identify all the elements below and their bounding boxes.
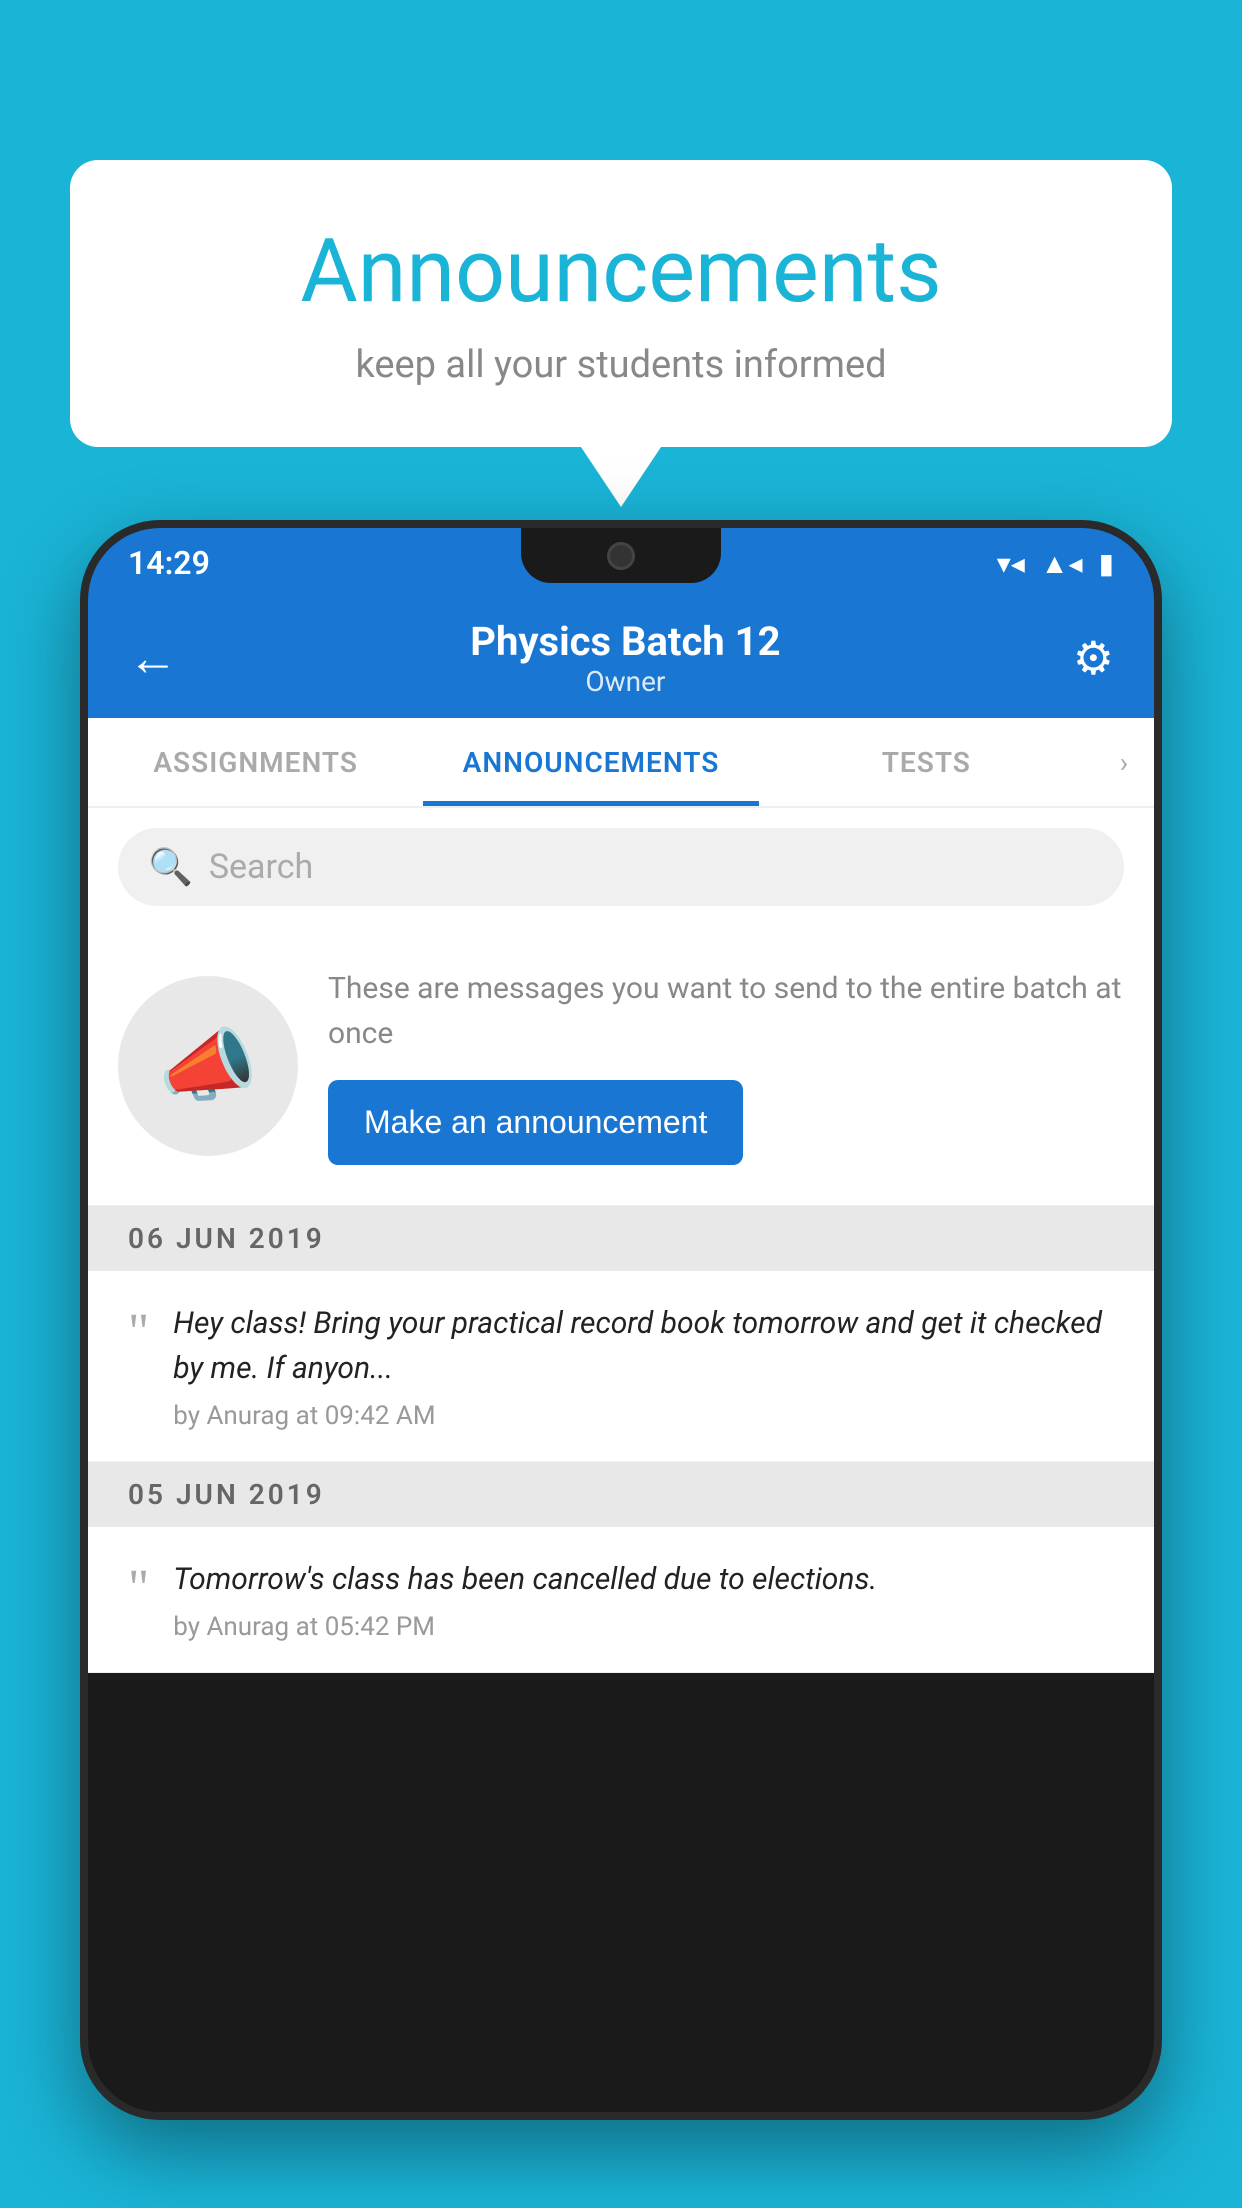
app-bar: ← Physics Batch 12 Owner ⚙	[88, 598, 1154, 718]
app-bar-title-group: Physics Batch 12 Owner	[470, 618, 780, 698]
speech-bubble-subtitle: keep all your students informed	[150, 343, 1092, 387]
announcement-by-1: by Anurag at 09:42 AM	[173, 1401, 1114, 1431]
phone-notch	[521, 528, 721, 583]
tabs-bar: ASSIGNMENTS ANNOUNCEMENTS TESTS ›	[88, 718, 1154, 808]
announcement-item-2[interactable]: " Tomorrow's class has been cancelled du…	[88, 1527, 1154, 1673]
search-placeholder: Search	[209, 847, 313, 887]
announcement-text-1: Hey class! Bring your practical record b…	[173, 1301, 1114, 1391]
quote-icon-2: "	[128, 1563, 149, 1615]
status-icons: ▾◂ ▲◂ ▮	[997, 547, 1114, 580]
date-separator-2: 05 JUN 2019	[88, 1462, 1154, 1527]
tab-assignments[interactable]: ASSIGNMENTS	[88, 718, 423, 806]
phone: 14:29 ▾◂ ▲◂ ▮ ← Physics Batch 12 Owner ⚙…	[80, 520, 1162, 2120]
phone-wrapper: 14:29 ▾◂ ▲◂ ▮ ← Physics Batch 12 Owner ⚙…	[80, 520, 1162, 2208]
promo-icon-circle: 📣	[118, 976, 298, 1156]
content-area: 🔍 Search 📣 These are messages you want t…	[88, 808, 1154, 1673]
app-bar-subtitle: Owner	[470, 665, 780, 698]
quote-icon-1: "	[128, 1307, 149, 1359]
signal-icon: ▲◂	[1041, 547, 1083, 580]
speech-bubble-title: Announcements	[150, 220, 1092, 323]
speech-bubble-tail	[581, 447, 661, 507]
date-separator-1: 06 JUN 2019	[88, 1206, 1154, 1271]
announcement-icon: 📣	[158, 1019, 258, 1113]
search-icon: 🔍	[148, 846, 193, 888]
search-container: 🔍 Search	[88, 808, 1154, 926]
tab-tests[interactable]: TESTS	[759, 718, 1094, 806]
announcement-text-block-1: Hey class! Bring your practical record b…	[173, 1301, 1114, 1431]
wifi-icon: ▾◂	[997, 547, 1025, 580]
phone-camera	[607, 542, 635, 570]
speech-bubble: Announcements keep all your students inf…	[70, 160, 1172, 447]
announcement-text-2: Tomorrow's class has been cancelled due …	[173, 1557, 1114, 1602]
settings-icon[interactable]: ⚙	[1073, 631, 1114, 686]
back-button[interactable]: ←	[128, 629, 178, 688]
promo-right: These are messages you want to send to t…	[328, 966, 1124, 1165]
search-bar[interactable]: 🔍 Search	[118, 828, 1124, 906]
make-announcement-button[interactable]: Make an announcement	[328, 1080, 743, 1165]
tab-more-icon[interactable]: ›	[1094, 718, 1154, 806]
battery-icon: ▮	[1099, 547, 1114, 580]
promo-card: 📣 These are messages you want to send to…	[88, 926, 1154, 1206]
app-bar-title: Physics Batch 12	[470, 618, 780, 665]
status-time: 14:29	[128, 544, 210, 582]
speech-bubble-container: Announcements keep all your students inf…	[70, 160, 1172, 507]
promo-description: These are messages you want to send to t…	[328, 966, 1124, 1056]
announcement-text-block-2: Tomorrow's class has been cancelled due …	[173, 1557, 1114, 1642]
announcement-by-2: by Anurag at 05:42 PM	[173, 1612, 1114, 1642]
tab-announcements[interactable]: ANNOUNCEMENTS	[423, 718, 758, 806]
announcement-item-1[interactable]: " Hey class! Bring your practical record…	[88, 1271, 1154, 1462]
